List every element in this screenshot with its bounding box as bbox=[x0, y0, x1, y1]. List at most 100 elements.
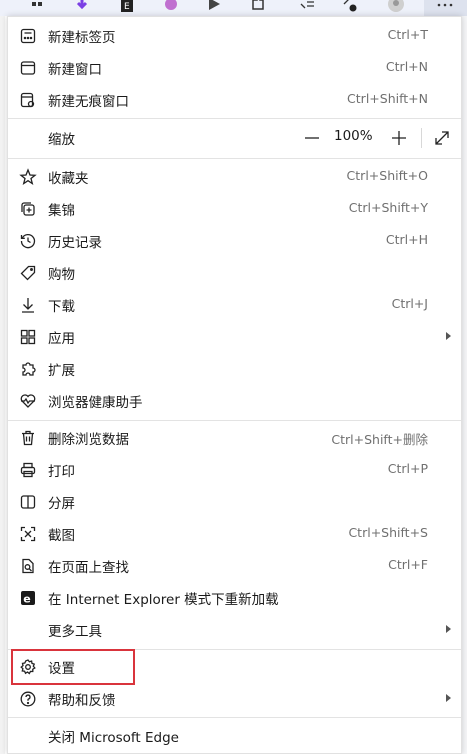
history-icon bbox=[19, 232, 37, 250]
menu-item-label: 历史记录 bbox=[48, 235, 102, 251]
fullscreen-icon[interactable] bbox=[432, 128, 452, 148]
profile-avatar-icon[interactable] bbox=[388, 0, 404, 12]
menu-item-more-tools[interactable]: 更多工具 bbox=[8, 615, 461, 645]
menu-item-shortcut: Ctrl+F bbox=[388, 557, 428, 572]
apps-icon bbox=[19, 328, 37, 346]
trash-icon bbox=[19, 429, 37, 447]
menu-item-label: 新建标签页 bbox=[48, 30, 116, 46]
menu-item-shortcut: Ctrl+Shift+Y bbox=[348, 200, 428, 215]
menu-item-label: 收藏夹 bbox=[48, 171, 89, 187]
shopping-tag-icon bbox=[19, 264, 37, 282]
screenshot-icon bbox=[19, 525, 37, 543]
menu-item-downloads[interactable]: 下载 Ctrl+J bbox=[8, 290, 461, 320]
page-background-left bbox=[0, 16, 5, 754]
menu-item-label: 下载 bbox=[48, 299, 75, 315]
menu-item-label: 截图 bbox=[48, 528, 75, 544]
downloads-purple-icon[interactable] bbox=[74, 0, 90, 12]
zoom-in-button[interactable] bbox=[389, 128, 409, 148]
copilot-icon[interactable] bbox=[163, 0, 179, 12]
collections-icon bbox=[19, 200, 37, 218]
settings-gear-icon bbox=[19, 658, 37, 676]
menu-item-shopping[interactable]: 购物 bbox=[8, 258, 461, 288]
menu-item-ie-mode[interactable]: e 在 Internet Explorer 模式下重新加载 bbox=[8, 583, 461, 613]
svg-text:E: E bbox=[124, 2, 130, 12]
menu-item-extensions[interactable]: 扩展 bbox=[8, 354, 461, 384]
menu-item-shortcut: Ctrl+N bbox=[385, 59, 428, 74]
menu-item-label: 集锦 bbox=[48, 203, 75, 219]
menu-item-clear-browsing-data[interactable]: 删除浏览数据 Ctrl+Shift+删除 bbox=[8, 423, 461, 453]
menu-item-label: 关闭 Microsoft Edge bbox=[48, 730, 179, 746]
menu-item-shortcut: Ctrl+Shift+S bbox=[348, 525, 428, 540]
menu-item-shortcut: Ctrl+J bbox=[391, 296, 428, 311]
submenu-arrow-icon bbox=[446, 694, 451, 702]
menu-item-label: 应用 bbox=[48, 331, 75, 347]
separator bbox=[8, 118, 461, 119]
extensions-puzzle-icon[interactable] bbox=[250, 0, 266, 12]
new-window-icon bbox=[19, 59, 37, 77]
menu-item-shortcut: Ctrl+H bbox=[385, 232, 428, 247]
menu-item-settings[interactable]: 设置 bbox=[8, 652, 461, 682]
zoom-divider bbox=[421, 128, 422, 148]
menu-item-label: 扩展 bbox=[48, 363, 75, 379]
browser-toolbar: E bbox=[0, 0, 467, 16]
menu-item-find-on-page[interactable]: 在页面上查找 Ctrl+F bbox=[8, 551, 461, 581]
zoom-level: 100% bbox=[334, 128, 373, 144]
workspaces-icon[interactable] bbox=[29, 0, 45, 12]
menu-item-label: 在 Internet Explorer 模式下重新加载 bbox=[48, 592, 279, 608]
printer-icon bbox=[19, 461, 37, 479]
menu-item-label: 更多工具 bbox=[48, 624, 102, 640]
more-dots-icon bbox=[437, 3, 453, 7]
menu-item-shortcut: Ctrl+Shift+O bbox=[346, 168, 428, 183]
menu-item-label: 新建无痕窗口 bbox=[48, 94, 129, 110]
menu-item-print[interactable]: 打印 Ctrl+P bbox=[8, 455, 461, 485]
menu-item-label: 帮助和反馈 bbox=[48, 693, 116, 709]
more-options-button[interactable] bbox=[424, 0, 467, 16]
separator bbox=[8, 158, 461, 159]
submenu-arrow-icon bbox=[446, 332, 451, 340]
menu-item-shortcut: Ctrl+T bbox=[387, 27, 428, 42]
menu-item-shortcut: Ctrl+P bbox=[387, 461, 428, 476]
menu-item-screenshot[interactable]: 截图 Ctrl+Shift+S bbox=[8, 519, 461, 549]
play-icon[interactable] bbox=[206, 0, 222, 12]
favorites-list-icon[interactable] bbox=[299, 0, 315, 12]
menu-item-shortcut: Ctrl+Shift+删除 bbox=[331, 432, 428, 447]
separator bbox=[8, 717, 461, 718]
inprivate-icon bbox=[19, 91, 37, 109]
menu-item-label: 分屏 bbox=[48, 496, 75, 512]
menu-item-help-and-feedback[interactable]: 帮助和反馈 bbox=[8, 684, 461, 714]
menu-item-label: 在页面上查找 bbox=[48, 560, 129, 576]
menu-item-collections[interactable]: 集锦 Ctrl+Shift+Y bbox=[8, 194, 461, 224]
menu-item-apps[interactable]: 应用 bbox=[8, 322, 461, 352]
extensions-puzzle-icon bbox=[19, 360, 37, 378]
menu-item-label: 设置 bbox=[48, 661, 75, 677]
menu-item-new-tab[interactable]: 新建标签页 Ctrl+T bbox=[8, 21, 461, 51]
menu-item-close-edge[interactable]: 关闭 Microsoft Edge bbox=[8, 721, 461, 751]
menu-item-new-inprivate-window[interactable]: 新建无痕窗口 Ctrl+Shift+N bbox=[8, 85, 461, 115]
menu-item-label: 删除浏览数据 bbox=[48, 432, 129, 448]
menu-item-history[interactable]: 历史记录 Ctrl+H bbox=[8, 226, 461, 256]
heart-pulse-icon bbox=[19, 392, 37, 410]
svg-text:e: e bbox=[23, 593, 30, 606]
menu-item-label: 购物 bbox=[48, 267, 75, 283]
find-on-page-icon bbox=[19, 557, 37, 575]
menu-item-label: 打印 bbox=[48, 464, 75, 480]
extension-e-icon[interactable]: E bbox=[119, 0, 135, 12]
menu-item-browser-essentials[interactable]: 浏览器健康助手 bbox=[8, 386, 461, 416]
menu-item-new-window[interactable]: 新建窗口 Ctrl+N bbox=[8, 53, 461, 83]
menu-item-label: 浏览器健康助手 bbox=[48, 395, 143, 411]
split-screen-icon bbox=[19, 493, 37, 511]
download-icon bbox=[19, 296, 37, 314]
menu-item-split-screen[interactable]: 分屏 bbox=[8, 487, 461, 517]
help-question-icon bbox=[19, 690, 37, 708]
settings-and-more-menu: 新建标签页 Ctrl+T 新建窗口 Ctrl+N 新建无痕窗口 Ctrl+Shi… bbox=[7, 16, 462, 754]
separator bbox=[8, 649, 461, 650]
menu-item-label: 新建窗口 bbox=[48, 62, 102, 78]
zoom-label: 缩放 bbox=[48, 132, 75, 148]
browser-essentials-icon[interactable] bbox=[342, 0, 358, 12]
menu-item-zoom: 缩放 100% bbox=[8, 123, 461, 153]
internet-explorer-icon: e bbox=[19, 589, 37, 607]
separator bbox=[8, 420, 461, 421]
zoom-out-button[interactable] bbox=[302, 129, 322, 147]
menu-item-favorites[interactable]: 收藏夹 Ctrl+Shift+O bbox=[8, 162, 461, 192]
menu-item-shortcut: Ctrl+Shift+N bbox=[347, 91, 428, 106]
